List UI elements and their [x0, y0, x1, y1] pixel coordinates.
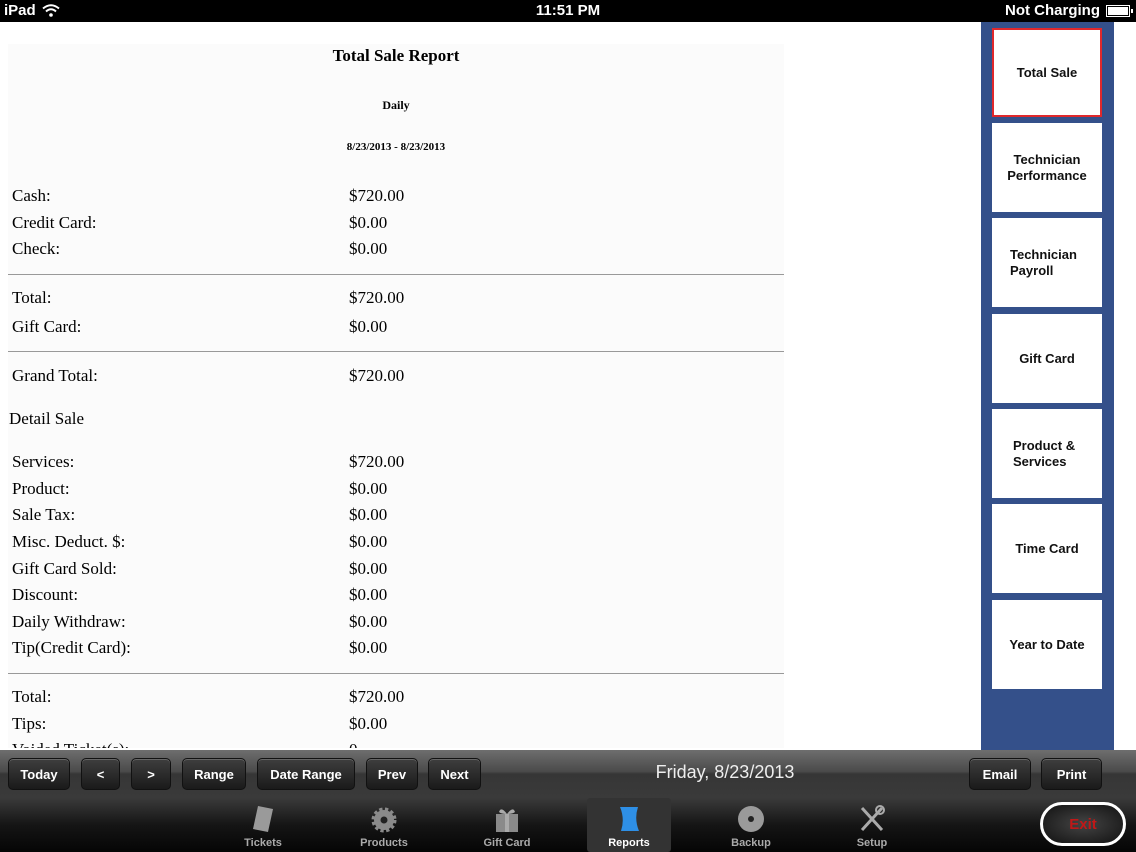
disc-icon	[738, 806, 764, 832]
report-row: Total: $720.00	[12, 687, 405, 706]
print-button[interactable]: Print	[1041, 758, 1102, 790]
scroll-icon	[620, 807, 639, 831]
range-button[interactable]: Range	[182, 758, 246, 790]
report-row: Tip(Credit Card): $0.00	[12, 638, 388, 657]
grand-total-row: Grand Total: $720.00	[12, 366, 405, 385]
report-view[interactable]: Total Sale Report Daily 8/23/2013 - 8/23…	[8, 44, 784, 748]
report-row: Total: $720.00	[12, 288, 405, 307]
tab-label: Setup	[856, 837, 888, 849]
tab-tickets[interactable]: Tickets	[221, 798, 305, 852]
nav-product-services[interactable]: Product & Services	[992, 409, 1102, 498]
report-row: Cash: $720.00	[12, 186, 405, 205]
tools-icon	[860, 805, 885, 832]
report-row: Misc. Deduct. $: $0.00	[12, 532, 388, 551]
report-row: Daily Withdraw: $0.00	[12, 612, 388, 631]
nav-total-sale[interactable]: Total Sale	[992, 28, 1102, 117]
report-row: Credit Card: $0.00	[12, 213, 388, 232]
tab-setup[interactable]: Setup	[830, 798, 914, 852]
current-date: Friday, 8/23/2013	[655, 762, 795, 782]
nav-technician-performance[interactable]: Technician Performance	[992, 123, 1102, 212]
report-title: Total Sale Report	[332, 46, 460, 65]
nav-gift-card[interactable]: Gift Card	[992, 314, 1102, 403]
report-period: Daily	[382, 98, 410, 112]
next-arrow-button[interactable]: >	[131, 758, 171, 790]
toolbar: Today < > Range Date Range Prev Next Fri…	[0, 750, 1136, 798]
date-range-button[interactable]: Date Range	[257, 758, 355, 790]
tab-gift-card[interactable]: Gift Card	[465, 798, 549, 852]
report-row: Product: $0.00	[12, 479, 388, 498]
divider	[8, 274, 784, 275]
tab-label: Backup	[731, 837, 771, 849]
tab-bar: Tickets Products Gift Card Reports Backu…	[0, 798, 1136, 852]
prev-arrow-button[interactable]: <	[81, 758, 120, 790]
report-row: Services: $720.00	[12, 452, 405, 471]
report-type-panel: Total Sale Technician Performance Technic…	[981, 22, 1114, 750]
report-row: Voided Ticket(s):0	[12, 740, 782, 748]
prev-button[interactable]: Prev	[366, 758, 418, 790]
charging-status: Not Charging	[1005, 2, 1100, 19]
nav-year-to-date[interactable]: Year to Date	[992, 600, 1102, 689]
report-row: Gift Card: $0.00	[12, 317, 388, 336]
gift-icon	[496, 809, 518, 832]
detail-sale-heading: Detail Sale	[9, 409, 85, 428]
today-button[interactable]: Today	[8, 758, 70, 790]
ticket-icon	[253, 806, 273, 832]
battery-icon	[1106, 4, 1133, 17]
status-bar: iPad 11:51 PM Not Charging	[0, 0, 1136, 22]
divider	[8, 673, 784, 674]
tab-label: Products	[360, 837, 408, 849]
nav-time-card[interactable]: Time Card	[992, 504, 1102, 593]
tab-label: Gift Card	[483, 837, 531, 849]
nav-technician-payroll[interactable]: Technician Payroll	[992, 218, 1102, 307]
tab-products[interactable]: Products	[342, 798, 426, 852]
divider	[8, 351, 784, 352]
tab-label: Reports	[608, 837, 650, 849]
email-button[interactable]: Email	[969, 758, 1031, 790]
report-row: Discount: $0.00	[12, 585, 388, 604]
tab-label: Tickets	[244, 837, 282, 849]
tab-reports[interactable]: Reports	[587, 798, 671, 852]
gear-icon	[371, 807, 397, 833]
tab-backup[interactable]: Backup	[709, 798, 793, 852]
report-row: Sale Tax: $0.00	[12, 505, 388, 524]
report-date-range: 8/23/2013 - 8/23/2013	[346, 141, 446, 153]
report-row: Check: $0.00	[12, 239, 388, 258]
exit-button[interactable]: Exit	[1040, 802, 1126, 846]
next-button[interactable]: Next	[428, 758, 481, 790]
clock: 11:51 PM	[535, 2, 601, 19]
report-row: Gift Card Sold: $0.00	[12, 559, 388, 578]
report-row: Tips: $0.00	[12, 714, 388, 733]
